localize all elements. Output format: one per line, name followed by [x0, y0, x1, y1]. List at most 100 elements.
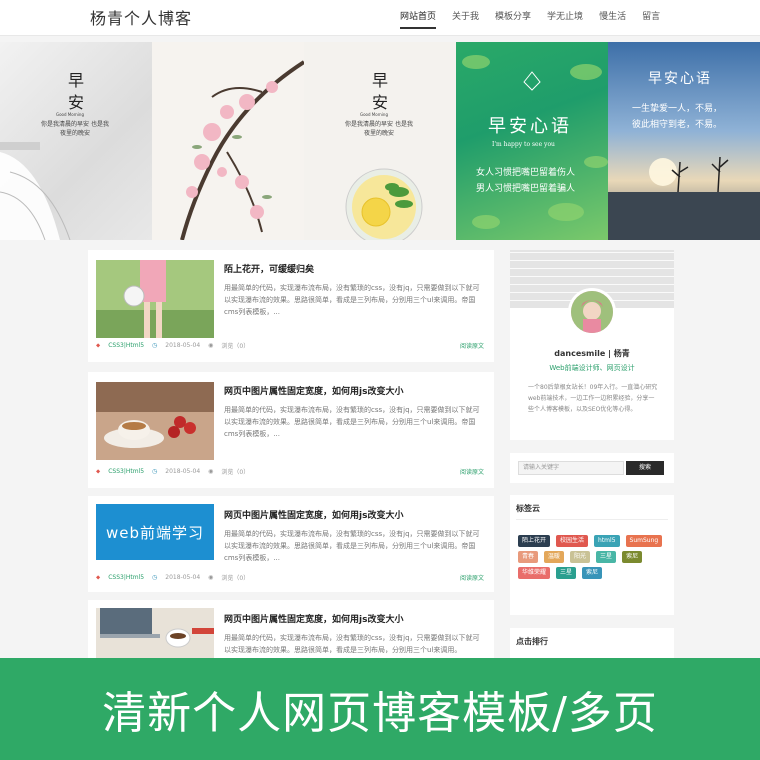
- tag-pill[interactable]: 青春: [518, 551, 539, 563]
- banner-title: 早安心语: [488, 116, 572, 137]
- banner-line-1: 一生挚爱一人，不易，: [632, 104, 723, 114]
- main-nav: 网站首页 关于我 模板分享 学无止境 慢生活 留言: [392, 0, 668, 36]
- article-title[interactable]: 网页中图片属性固定宽度，如何用js改变大小: [224, 612, 403, 625]
- article-tag[interactable]: CSS3|Html5: [108, 342, 144, 349]
- banner-subtitle: I'm happy to see you: [492, 141, 555, 148]
- tea-cakes-image: [96, 382, 214, 460]
- tag-pill[interactable]: 索尼: [582, 567, 603, 579]
- article-excerpt: 用最简单的代码，实现瀑布流布局，没有繁琐的css，没有jq，只需要做到以下就可以…: [224, 634, 480, 654]
- article-title[interactable]: 网页中图片属性固定宽度，如何用js改变大小: [224, 508, 403, 521]
- clock-icon: ◷: [152, 574, 158, 581]
- nav-item-guestbook[interactable]: 留言: [634, 0, 668, 36]
- avatar-image: [571, 291, 613, 333]
- read-more-link[interactable]: 阅读原文: [460, 467, 484, 476]
- read-more-link[interactable]: 阅读原文: [460, 573, 484, 582]
- banner-title: 早安: [65, 72, 84, 116]
- article-card[interactable]: 网页中图片属性固定宽度，如何用js改变大小 用最简单的代码，实现瀑布流布局，没有…: [88, 600, 494, 658]
- tag-cloud-title: 标签云: [516, 504, 540, 513]
- tag-pill[interactable]: html5: [594, 535, 620, 547]
- article-meta: ⬥ CSS3|Html5 ◷ 2018-05-04 ◉ 浏览（0）: [96, 341, 250, 351]
- blossom-illustration: [180, 60, 304, 240]
- tag-pill[interactable]: 温暖: [544, 551, 565, 563]
- article-views: 浏览（0）: [221, 575, 250, 582]
- article-card[interactable]: web前端学习 网页中图片属性固定宽度，如何用js改变大小 用最简单的代码，实现…: [88, 496, 494, 592]
- read-more-link[interactable]: 阅读原文: [460, 341, 484, 350]
- banner-line-1: 女人习惯把嘴巴留着伤人: [476, 168, 576, 178]
- article-thumbnail[interactable]: web前端学习: [96, 504, 214, 560]
- banner-carousel[interactable]: 早安 Good Morning 你是我清晨的早安 也是我夜里的晚安 早安 Goo…: [0, 42, 760, 240]
- tag-list: 陌上花开 校园生活 html5 SumSung 青春 温暖 阳光 三星 索尼 华维荣耀 三星 索尼: [518, 535, 670, 579]
- nav-item-learning[interactable]: 学无止境: [539, 0, 591, 36]
- article-tag[interactable]: CSS3|Html5: [108, 468, 144, 475]
- ranking-title: 点击排行: [516, 637, 548, 646]
- tag-pill[interactable]: SumSung: [625, 535, 663, 547]
- tag-pill[interactable]: 华维荣耀: [518, 567, 551, 579]
- girl-flowers-image: [96, 260, 214, 338]
- search-input[interactable]: 请输入关键字: [518, 461, 624, 475]
- article-thumbnail[interactable]: [96, 608, 214, 658]
- article-excerpt: 用最简单的代码，实现瀑布流布局，没有繁琐的css，没有jq，只需要做到以下就可以…: [224, 406, 480, 438]
- article-date: 2018-05-04: [165, 342, 201, 349]
- eye-icon: ◉: [208, 342, 214, 349]
- tag-pill[interactable]: 陌上花开: [518, 535, 551, 547]
- article-date: 2018-05-04: [165, 574, 201, 581]
- nav-item-templates[interactable]: 模板分享: [487, 0, 539, 36]
- tag-pill[interactable]: 校园生活: [556, 535, 589, 547]
- lemon-drink-image: [345, 168, 423, 240]
- banner-caption: 你是我清晨的早安 也是我夜里的晚安: [41, 121, 109, 137]
- clock-icon: ◷: [152, 468, 158, 475]
- article-excerpt: 用最简单的代码，实现瀑布流布局，没有繁琐的css，没有jq，只需要做到以下就可以…: [224, 284, 480, 316]
- page: 杨青个人博客 网站首页 关于我 模板分享 学无止境 慢生活 留言 早安 Good…: [0, 0, 760, 760]
- article-excerpt: 用最简单的代码，实现瀑布流布局，没有繁琐的css，没有jq，只需要做到以下就可以…: [224, 530, 480, 562]
- article-meta: ⬥ CSS3|Html5 ◷ 2018-05-04 ◉ 浏览（0）: [96, 467, 250, 477]
- nav-item-about[interactable]: 关于我: [444, 0, 487, 36]
- banner-panel-blossom: [152, 42, 304, 240]
- article-thumbnail[interactable]: [96, 382, 214, 460]
- profile-bio: 一个80后草根女站长！09年入行。一直潜心研究web前端技术，一边工作一边积累经…: [528, 384, 658, 413]
- banner-title: 早安心语: [648, 71, 712, 87]
- tag-icon: ⬥: [96, 467, 101, 475]
- eye-icon: ◉: [208, 468, 214, 475]
- article-date: 2018-05-04: [165, 468, 201, 475]
- tag-pill[interactable]: 阳光: [570, 551, 591, 563]
- search-box: 请输入关键字 搜索: [510, 453, 674, 483]
- banner-panel-architecture: 早安 Good Morning 你是我清晨的早安 也是我夜里的晚安: [0, 42, 152, 240]
- nav-item-slow-life[interactable]: 慢生活: [591, 0, 634, 36]
- article-views: 浏览（0）: [221, 469, 250, 476]
- article-views: 浏览（0）: [221, 343, 250, 350]
- banner-panel-drink: 早安 Good Morning 你是我清晨的早安 也是我夜里的晚安: [304, 42, 456, 240]
- nav-item-home[interactable]: 网站首页: [392, 0, 444, 36]
- avatar[interactable]: [568, 288, 616, 336]
- thumbnail-text: web前端学习: [105, 523, 205, 542]
- banner-line-2: 男人习惯把嘴巴留着骗人: [476, 184, 576, 194]
- article-meta: ⬥ CSS3|Html5 ◷ 2018-05-04 ◉ 浏览（0）: [96, 573, 250, 583]
- banner-panel-leaves: 早安心语 I'm happy to see you 女人习惯把嘴巴留着伤人 男人…: [456, 42, 608, 240]
- search-button[interactable]: 搜索: [626, 461, 664, 475]
- tag-icon: ⬥: [96, 573, 101, 581]
- divider: [516, 519, 668, 520]
- laptop-coffee-image: [96, 608, 214, 658]
- clock-icon: ◷: [152, 342, 158, 349]
- banner-panel-sunset: 早安心语 一生挚爱一人，不易， 彼此相守到老，不易。: [608, 42, 760, 240]
- article-title[interactable]: 网页中图片属性固定宽度，如何用js改变大小: [224, 384, 403, 397]
- site-header: 杨青个人博客 网站首页 关于我 模板分享 学无止境 慢生活 留言: [0, 0, 760, 36]
- article-title[interactable]: 陌上花开，可缓缓归矣: [224, 262, 314, 275]
- article-thumbnail[interactable]: [96, 260, 214, 338]
- promo-text: 清新个人网页博客模板/多页: [102, 688, 658, 739]
- tag-pill[interactable]: 三星: [596, 551, 617, 563]
- profile-card: dancesmile | 杨青 Web前端设计师、网页设计 一个80后草根女站长…: [510, 250, 674, 440]
- eye-icon: ◉: [208, 574, 214, 581]
- tag-pill[interactable]: 三星: [556, 567, 577, 579]
- article-tag[interactable]: CSS3|Html5: [108, 574, 144, 581]
- article-card[interactable]: 陌上花开，可缓缓归矣 用最简单的代码，实现瀑布流布局，没有繁琐的css，没有jq…: [88, 250, 494, 362]
- promo-banner: 清新个人网页博客模板/多页: [0, 658, 760, 760]
- tag-cloud: 标签云 陌上花开 校园生活 html5 SumSung 青春 温暖 阳光 三星 索尼 华维荣耀 三星…: [510, 495, 674, 615]
- tag-icon: ⬥: [96, 341, 101, 349]
- banner-line-2: 彼此相守到老，不易。: [632, 120, 723, 130]
- tag-pill[interactable]: 索尼: [622, 551, 643, 563]
- article-card[interactable]: 网页中图片属性固定宽度，如何用js改变大小 用最简单的代码，实现瀑布流布局，没有…: [88, 372, 494, 488]
- site-logo[interactable]: 杨青个人博客: [90, 5, 192, 29]
- banner-subtitle: Good Morning: [56, 112, 84, 117]
- profile-role: Web前端设计师、网页设计: [549, 364, 635, 372]
- profile-name: dancesmile | 杨青: [554, 349, 630, 358]
